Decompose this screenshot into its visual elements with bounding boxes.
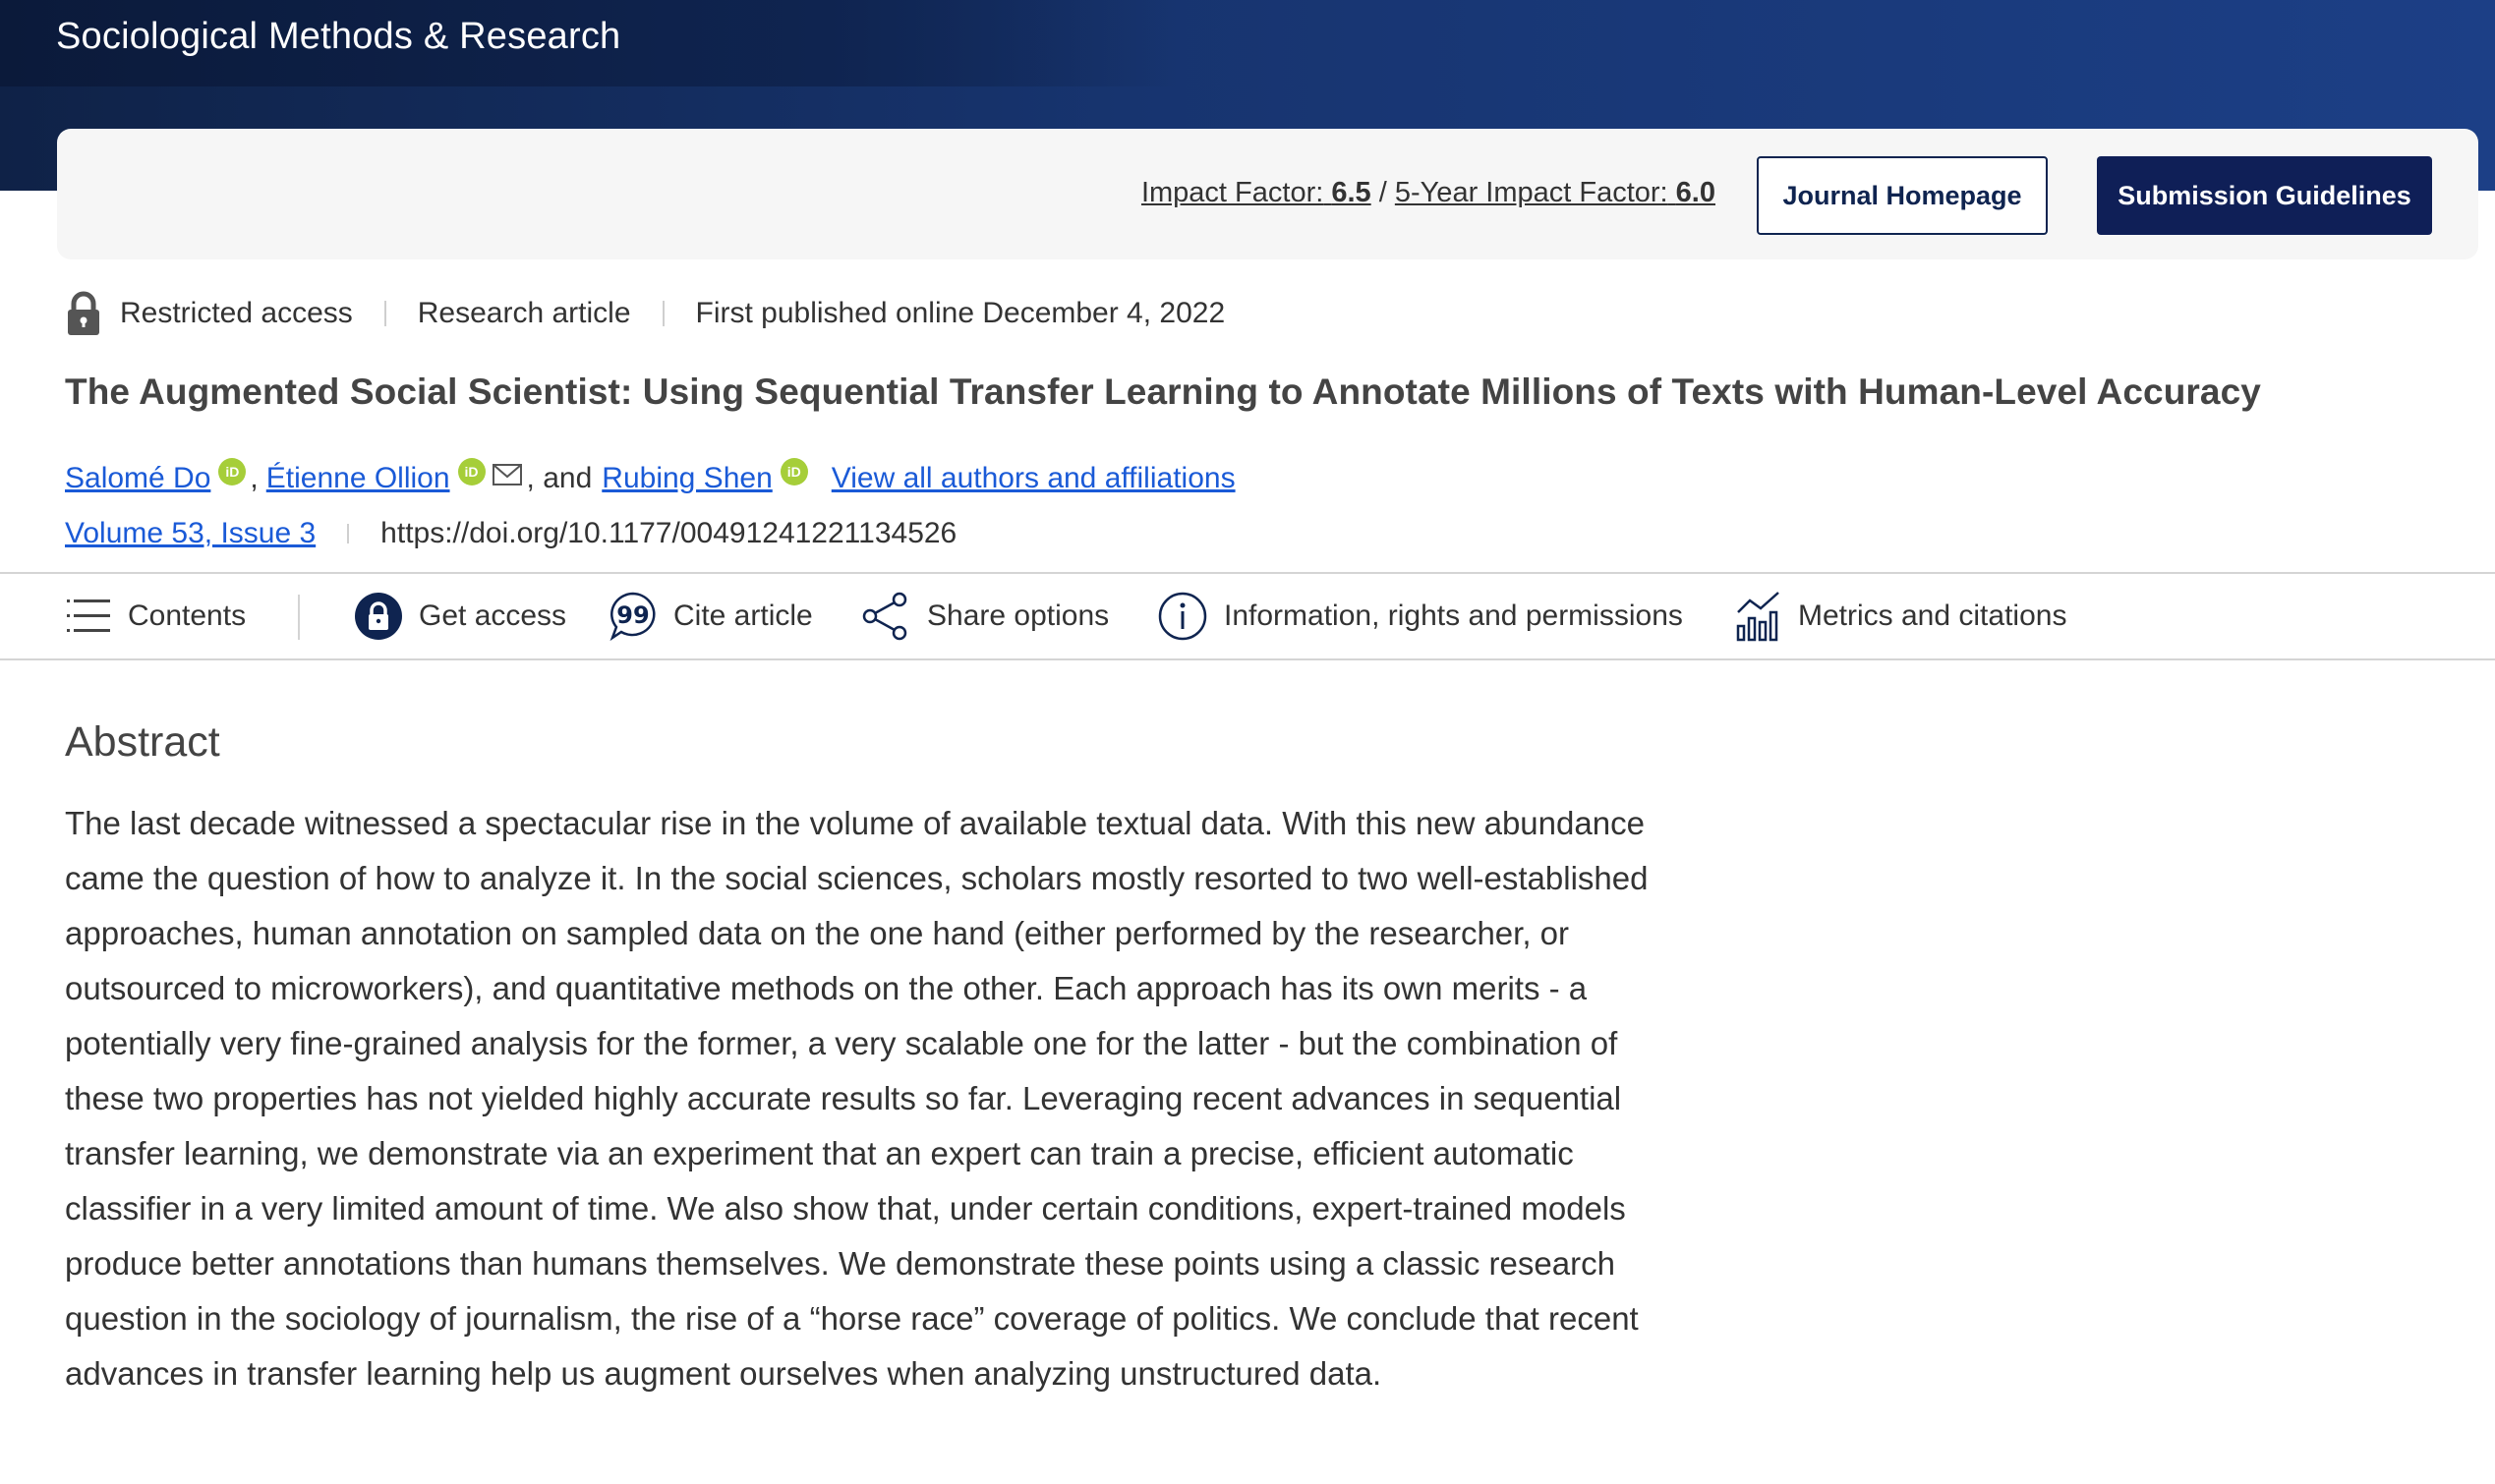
author-separator: , [250,462,259,494]
author-link-etienne-ollion[interactable]: Étienne Ollion [266,462,450,495]
submission-guidelines-button[interactable]: Submission Guidelines [2097,156,2432,235]
contents-label: Contents [128,599,247,632]
article-title: The Augmented Social Scientist: Using Se… [65,371,2261,412]
info-icon [1158,592,1207,641]
doi-text[interactable]: https://doi.org/10.1177/0049124122113452… [380,517,957,550]
cite-article-label: Cite article [673,599,813,632]
contents-button[interactable]: Contents [65,574,246,658]
cite-article-button[interactable]: 99 Cite article [609,574,813,658]
volume-divider [347,524,350,543]
bar-chart-icon [1736,592,1779,642]
five-year-impact-value: 6.0 [1675,177,1715,208]
article-meta: Restricted access Research article First… [65,291,1225,336]
orcid-icon[interactable]: iD [218,458,247,485]
author-list: Salomé Do iD , Étienne Ollion iD , and R… [65,458,1236,499]
meta-divider [383,301,386,326]
information-rights-label: Information, rights and permissions [1224,599,1683,632]
impact-factor-value: 6.5 [1331,177,1371,208]
get-access-label: Get access [419,599,567,632]
journal-homepage-button[interactable]: Journal Homepage [1757,156,2048,235]
share-options-label: Share options [927,599,1110,632]
mail-icon[interactable] [492,462,523,487]
share-icon [862,592,907,641]
author-link-salome-do[interactable]: Salomé Do [65,462,210,495]
author-link-rubing-shen[interactable]: Rubing Shen [602,462,772,495]
impact-separator: / [1370,177,1395,208]
quote-bubble-icon: 99 [609,592,656,642]
lock-circle-icon [355,593,402,640]
get-access-button[interactable]: Get access [354,574,566,658]
metrics-citations-button[interactable]: Metrics and citations [1735,574,2066,658]
lock-icon [68,291,99,335]
author-separator: , and [526,462,593,494]
toolbar-divider [298,595,300,640]
publication-date: First published online December 4, 2022 [695,297,1226,329]
svg-text:99: 99 [616,601,649,629]
volume-issue-link[interactable]: Volume 53, Issue 3 [65,517,316,550]
view-all-authors-link[interactable]: View all authors and affiliations [832,462,1236,495]
share-options-button[interactable]: Share options [860,574,1109,658]
metrics-citations-label: Metrics and citations [1798,599,2067,632]
impact-factor-link[interactable]: Impact Factor: 6.5 [1141,177,1371,208]
access-status: Restricted access [120,297,353,329]
meta-divider [662,301,665,326]
orcid-icon[interactable]: iD [780,458,808,485]
information-rights-button[interactable]: Information, rights and permissions [1157,574,1683,658]
menu-icon [67,599,110,632]
abstract-text: The last decade witnessed a spectacular … [65,805,1649,1392]
impact-factor-info[interactable]: Impact Factor: 6.5 / 5-Year Impact Facto… [1141,177,1715,209]
five-year-impact-link[interactable]: 5-Year Impact Factor: 6.0 [1395,177,1715,208]
impact-factor-label: Impact Factor: [1140,177,1324,208]
abstract-heading: Abstract [65,718,220,766]
journal-title[interactable]: Sociological Methods & Research [56,16,620,58]
orcid-icon[interactable]: iD [457,458,486,485]
article-type: Research article [417,297,631,329]
volume-doi-line: Volume 53, Issue 3 https://doi.org/10.11… [65,517,957,550]
five-year-impact-label: 5-Year Impact Factor: [1394,177,1668,208]
article-toolbar: Contents Get access 99 Cite article Shar… [0,572,2495,660]
